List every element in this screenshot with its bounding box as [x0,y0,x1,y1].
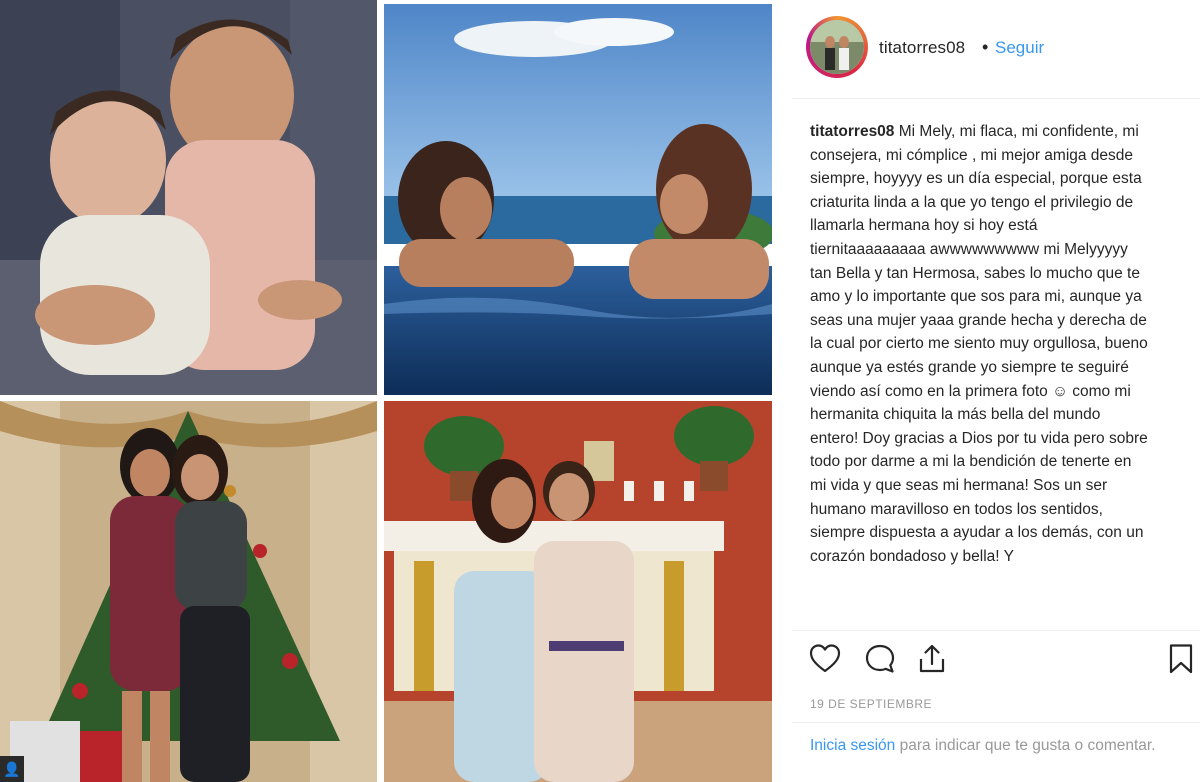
instagram-post-view: 👤 titatorres08 • Seguir titatorres08 Mi … [0,0,1200,782]
post-date[interactable]: 19 DE SEPTIEMBRE [810,697,932,711]
post-caption: titatorres08 Mi Mely, mi flaca, mi confi… [810,120,1150,630]
account-icon: 👤 [0,756,24,782]
post-header: titatorres08 • Seguir [792,0,1200,99]
caption-username-link[interactable]: titatorres08 [810,123,894,140]
comment-icon[interactable] [863,642,897,676]
post-action-bar [792,636,1200,680]
bookmark-icon[interactable] [1164,642,1198,676]
share-icon[interactable] [915,642,949,676]
post-side-panel: titatorres08 • Seguir titatorres08 Mi Me… [792,0,1200,782]
avatar[interactable] [810,20,864,74]
heart-icon[interactable] [808,642,842,676]
login-prompt: Inicia sesión para indicar que te gusta … [810,734,1170,758]
avatar-story-ring[interactable] [806,16,868,78]
divider [792,630,1200,631]
photo-pool [384,4,772,395]
divider [792,722,1200,723]
header-username-link[interactable]: titatorres08 [879,38,965,58]
login-prompt-text: para indicar que te gusta o comentar. [895,737,1156,754]
post-image-collage[interactable]: 👤 [0,0,780,782]
header-separator-dot: • [982,37,989,57]
photo-church [384,401,772,782]
photo-christmas-tree [0,401,377,782]
caption-text: Mi Mely, mi flaca, mi confidente, mi con… [810,123,1148,565]
photo-baby-siblings [0,0,377,395]
follow-button[interactable]: Seguir [995,38,1044,58]
login-link[interactable]: Inicia sesión [810,737,895,754]
